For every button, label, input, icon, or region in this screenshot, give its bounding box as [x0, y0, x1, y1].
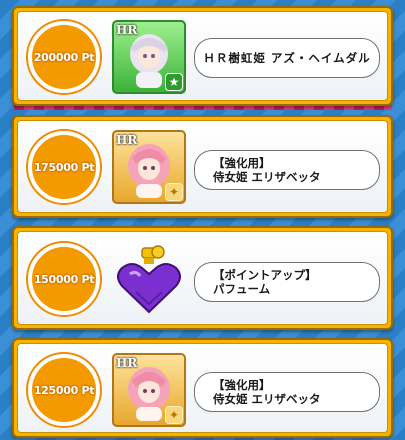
reward-row-inner: 125000 Pt HR ✦ 【強化用】 侍女姫 エリザベッタ	[17, 343, 388, 433]
reward-row[interactable]: 175000 Pt HR ✦ 【強化用】 侍女姫 エリザベッタ	[12, 115, 393, 218]
item-name-line2: 侍女姫 エリザベッタ	[213, 170, 321, 184]
reward-row-inner: 200000 Pt HR ★ ＨＲ樹虹姫 アズ・ヘイムダル	[17, 11, 388, 101]
item-name-line1: ＨＲ樹虹姫 アズ・ヘイムダル	[203, 51, 371, 65]
star-icon: ✦	[165, 406, 183, 424]
hr-rarity-label: HR	[116, 356, 138, 370]
hr-character-card-icon[interactable]: HR ★	[112, 20, 186, 94]
star-icon: ✦	[165, 183, 183, 201]
points-badge: 175000 Pt	[28, 131, 100, 203]
item-name-line1: 【ポイントアップ】	[213, 268, 317, 282]
item-name-label: ＨＲ樹虹姫 アズ・ヘイムダル	[194, 38, 380, 78]
item-name-line2: パフューム	[213, 282, 271, 296]
points-badge: 200000 Pt	[28, 21, 100, 93]
reward-row[interactable]: 200000 Pt HR ★ ＨＲ樹虹姫 アズ・ヘイムダル	[12, 6, 393, 106]
item-name-line1: 【強化用】	[213, 378, 271, 392]
hr-character-card-icon[interactable]: HR ✦	[112, 353, 186, 427]
perfume-bottle-icon[interactable]	[112, 242, 186, 316]
star-icon: ★	[165, 73, 183, 91]
reward-row-inner: 175000 Pt HR ✦ 【強化用】 侍女姫 エリザベッタ	[17, 120, 388, 213]
item-name-line1: 【強化用】	[213, 156, 271, 170]
item-name-label: 【強化用】 侍女姫 エリザベッタ	[194, 150, 380, 190]
hr-character-card-icon[interactable]: HR ✦	[112, 130, 186, 204]
reward-row[interactable]: 125000 Pt HR ✦ 【強化用】 侍女姫 エリザベッタ	[12, 338, 393, 438]
item-name-line2: 侍女姫 エリザベッタ	[213, 392, 321, 406]
points-badge: 150000 Pt	[28, 243, 100, 315]
points-badge: 125000 Pt	[28, 354, 100, 426]
perfume-bottle-icon	[117, 245, 181, 314]
hr-rarity-label: HR	[116, 133, 138, 147]
hr-rarity-label: HR	[116, 23, 138, 37]
item-name-label: 【強化用】 侍女姫 エリザベッタ	[194, 372, 380, 412]
item-name-label: 【ポイントアップ】 パフューム	[194, 262, 380, 302]
reward-row-inner: 150000 Pt 【ポイントアップ】 パフューム	[17, 231, 388, 325]
reward-row[interactable]: 150000 Pt 【ポイントアップ】 パフューム	[12, 226, 393, 330]
